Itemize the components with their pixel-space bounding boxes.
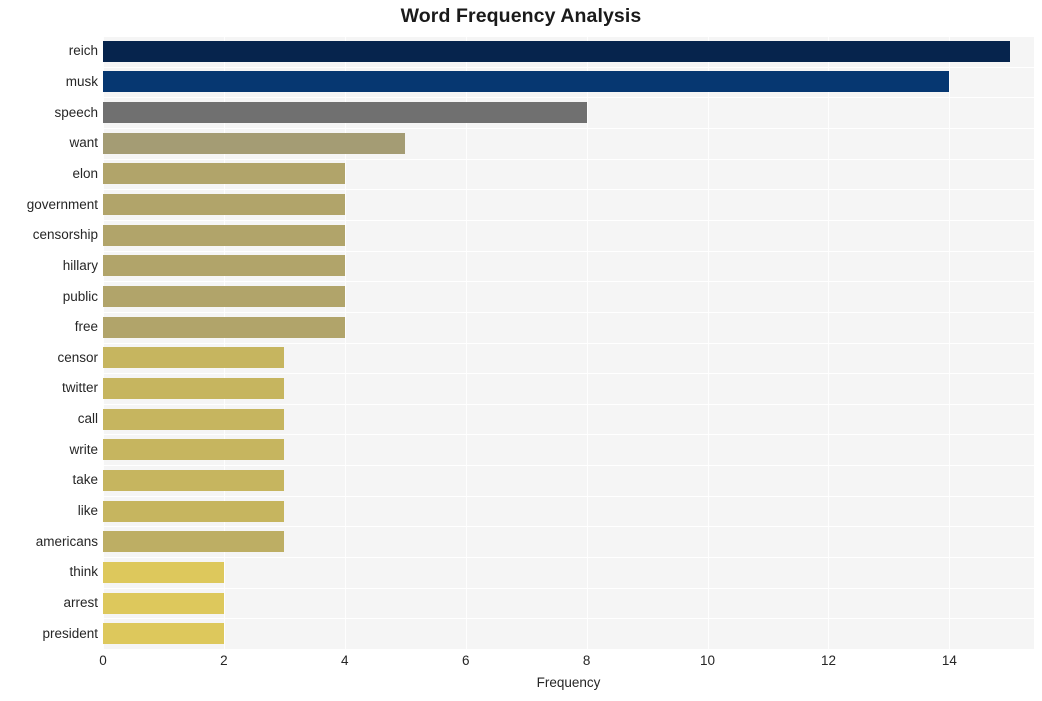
horizontal-gridline	[103, 588, 1034, 589]
y-axis-tick-label: public	[62, 288, 98, 304]
bar	[103, 40, 1010, 62]
bar	[103, 316, 345, 338]
horizontal-gridline	[103, 343, 1034, 344]
y-axis-tick-label: musk	[65, 73, 98, 89]
x-axis-tick-labels: 0 2 4 6 8 10 12 14	[0, 653, 1042, 675]
bar	[103, 102, 587, 124]
y-axis-tick-label: like	[77, 503, 98, 519]
horizontal-gridline	[103, 97, 1034, 98]
y-axis-tick-label: elon	[72, 165, 98, 181]
bar	[103, 286, 345, 308]
bar	[103, 255, 345, 277]
bar	[103, 347, 285, 369]
y-axis-tick-label: hillary	[62, 257, 98, 273]
horizontal-gridline	[103, 434, 1034, 435]
bar	[103, 469, 285, 491]
horizontal-gridline	[103, 128, 1034, 129]
y-axis-tick-label: call	[77, 411, 98, 427]
bar	[103, 592, 224, 614]
y-axis-tick-label: take	[72, 472, 98, 488]
horizontal-gridline	[103, 557, 1034, 558]
bar	[103, 531, 285, 553]
horizontal-gridline	[103, 251, 1034, 252]
y-axis-tick-label: twitter	[61, 380, 98, 396]
y-axis-tick-label: free	[74, 319, 98, 335]
y-axis-tick-label: censorship	[32, 227, 98, 243]
plot-area	[103, 36, 1034, 649]
horizontal-gridline	[103, 67, 1034, 68]
bar	[103, 500, 285, 522]
horizontal-gridline	[103, 373, 1034, 374]
horizontal-gridline	[103, 189, 1034, 190]
bar	[103, 194, 345, 216]
horizontal-gridline	[103, 159, 1034, 160]
horizontal-gridline	[103, 404, 1034, 405]
y-axis-tick-label: president	[42, 625, 98, 641]
y-axis-tick-label: government	[26, 196, 98, 212]
y-axis-tick-label: reich	[68, 43, 98, 59]
x-axis-title: Frequency	[536, 675, 601, 690]
x-axis-tick-label: 12	[820, 653, 836, 668]
x-axis-tick-label: 0	[99, 653, 107, 668]
chart-title: Word Frequency Analysis	[400, 5, 642, 27]
bar	[103, 71, 950, 93]
bar	[103, 132, 406, 154]
y-axis-tick-label: think	[69, 564, 98, 580]
horizontal-gridline	[103, 618, 1034, 619]
horizontal-gridline	[103, 465, 1034, 466]
x-axis-tick-label: 14	[941, 653, 957, 668]
bar	[103, 561, 224, 583]
bar	[103, 623, 224, 645]
bar	[103, 163, 345, 185]
horizontal-gridline	[103, 36, 1034, 37]
x-axis-tick-label: 6	[461, 653, 470, 668]
bar	[103, 377, 285, 399]
horizontal-gridline	[103, 496, 1034, 497]
x-axis-tick-label: 4	[341, 653, 349, 668]
y-axis-tick-label: speech	[54, 104, 98, 120]
chart-figure: Word Frequency Analysis reich musk speech w…	[0, 0, 1042, 701]
x-axis-tick-label: 2	[220, 653, 228, 668]
x-axis-tick-label: 10	[700, 653, 716, 668]
y-axis-tick-label: want	[69, 135, 98, 151]
y-axis-tick-labels: reich musk speech want elon government censors…	[0, 36, 98, 649]
y-axis-tick-label: arrest	[63, 595, 98, 611]
horizontal-gridline	[103, 281, 1034, 282]
y-axis-tick-label: americans	[35, 533, 98, 549]
horizontal-gridline	[103, 526, 1034, 527]
x-axis-tick-label: 8	[582, 653, 591, 668]
y-axis-tick-label: censor	[57, 349, 98, 365]
bar	[103, 439, 285, 461]
y-axis-tick-label: write	[69, 441, 98, 457]
horizontal-gridline	[103, 220, 1034, 221]
bar	[103, 408, 285, 430]
bar	[103, 224, 345, 246]
horizontal-gridline	[103, 312, 1034, 313]
